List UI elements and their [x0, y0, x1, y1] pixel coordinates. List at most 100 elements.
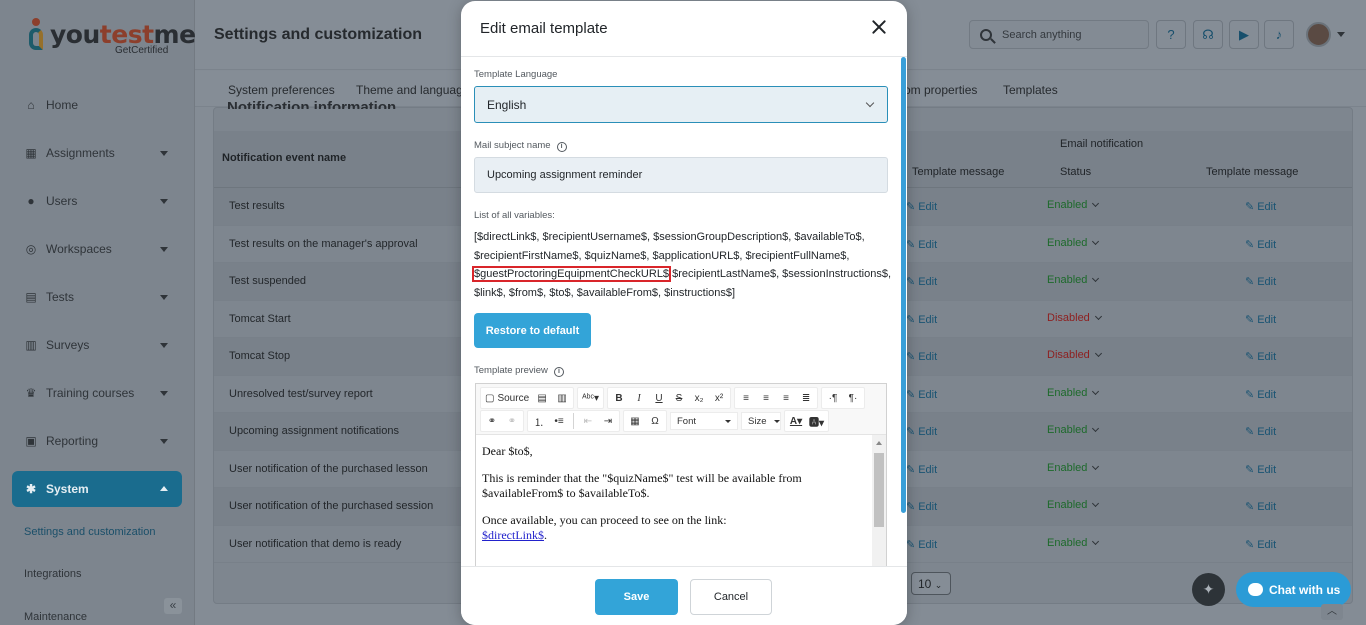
sidebar-item-system[interactable]: ✱ System: [12, 471, 182, 507]
edit-email-template-link[interactable]: ✎ Edit: [1245, 350, 1276, 363]
sidebar-item-workspaces[interactable]: ◎ Workspaces: [12, 231, 182, 267]
special-char-icon[interactable]: Ω: [646, 411, 664, 431]
align-center-icon[interactable]: ≡: [757, 388, 775, 408]
link-icon[interactable]: ⚭: [483, 411, 501, 431]
ltr-icon[interactable]: ·¶: [824, 388, 842, 408]
edit-email-template-link[interactable]: ✎ Edit: [1245, 463, 1276, 476]
bold-icon[interactable]: B: [610, 388, 628, 408]
font-select[interactable]: Font: [670, 412, 738, 430]
status-dropdown[interactable]: Enabled: [1047, 462, 1100, 474]
table-icon[interactable]: ▦: [626, 411, 644, 431]
status-dropdown[interactable]: Enabled: [1047, 237, 1100, 249]
search-input[interactable]: Search anything: [969, 20, 1149, 49]
edit-email-template-link[interactable]: ✎ Edit: [1245, 388, 1276, 401]
superscript-icon[interactable]: x²: [710, 388, 728, 408]
indent-icon[interactable]: ⇥: [599, 411, 617, 431]
editor-content[interactable]: Dear $to$, This is reminder that the "$q…: [476, 434, 886, 566]
status-dropdown[interactable]: Enabled: [1047, 387, 1100, 399]
sidebar-subitem-integrations[interactable]: Integrations: [24, 568, 81, 580]
chevron-down-icon[interactable]: [1337, 32, 1345, 37]
tab-templates[interactable]: Templates: [1003, 83, 1058, 97]
background-color-icon[interactable]: 🅰▾: [807, 411, 826, 431]
collapse-sidebar-button[interactable]: «: [164, 598, 182, 614]
bulleted-list-icon[interactable]: •≡: [550, 411, 568, 431]
sidebar-subitem-settings[interactable]: Settings and customization: [24, 526, 155, 538]
direct-link[interactable]: $directLink$: [482, 528, 544, 542]
edit-email-template-link[interactable]: ✎ Edit: [1245, 500, 1276, 513]
align-justify-icon[interactable]: ≣: [797, 388, 815, 408]
status-dropdown[interactable]: Enabled: [1047, 499, 1100, 511]
status-dropdown[interactable]: Enabled: [1047, 199, 1100, 211]
rtl-icon[interactable]: ¶·: [844, 388, 862, 408]
paste-icon[interactable]: ▤: [533, 388, 551, 408]
edit-template-link[interactable]: ✎ Edit: [906, 538, 937, 551]
notifications-button[interactable]: ♪: [1264, 20, 1294, 49]
sidebar-item-surveys[interactable]: ▥ Surveys: [12, 327, 182, 363]
sidebar-item-reporting[interactable]: ▣ Reporting: [12, 423, 182, 459]
avatar[interactable]: [1306, 22, 1331, 47]
chat-button[interactable]: Chat with us: [1236, 572, 1351, 607]
text-color-icon[interactable]: A▾: [787, 411, 805, 431]
edit-template-link[interactable]: ✎ Edit: [906, 275, 937, 288]
strikethrough-icon[interactable]: S: [670, 388, 688, 408]
align-left-icon[interactable]: ≡: [737, 388, 755, 408]
edit-email-template-link[interactable]: ✎ Edit: [1245, 238, 1276, 251]
edit-template-link[interactable]: ✎ Edit: [906, 200, 937, 213]
sidebar-item-training-courses[interactable]: ♛ Training courses: [12, 375, 182, 411]
cancel-button[interactable]: Cancel: [690, 579, 772, 615]
restore-default-button[interactable]: Restore to default: [474, 313, 591, 348]
status-dropdown[interactable]: Disabled: [1047, 349, 1102, 361]
home-icon: ⌂: [27, 98, 35, 112]
edit-email-template-modal: Edit email template Template Language En…: [461, 1, 907, 625]
edit-email-template-link[interactable]: ✎ Edit: [1245, 538, 1276, 551]
sidebar-item-assignments[interactable]: ▦ Assignments: [12, 135, 182, 171]
edit-template-link[interactable]: ✎ Edit: [906, 425, 937, 438]
align-right-icon[interactable]: ≡: [777, 388, 795, 408]
edit-template-link[interactable]: ✎ Edit: [906, 313, 937, 326]
help-button[interactable]: ?: [1156, 20, 1186, 49]
status-dropdown[interactable]: Disabled: [1047, 312, 1102, 324]
numbered-list-icon[interactable]: ⒈: [530, 411, 548, 431]
sidebar-item-tests[interactable]: ▤ Tests: [12, 279, 182, 315]
template-language-select[interactable]: English: [474, 86, 888, 123]
sidebar-subitem-maintenance[interactable]: Maintenance: [24, 611, 87, 623]
subscript-icon[interactable]: x₂: [690, 388, 708, 408]
outdent-icon[interactable]: ⇤: [579, 411, 597, 431]
edit-template-link[interactable]: ✎ Edit: [906, 500, 937, 513]
edit-email-template-link[interactable]: ✎ Edit: [1245, 275, 1276, 288]
save-button[interactable]: Save: [595, 579, 678, 615]
mail-subject-field[interactable]: Upcoming assignment reminder: [474, 157, 888, 193]
paste-text-icon[interactable]: ▥: [553, 388, 571, 408]
status-dropdown[interactable]: Enabled: [1047, 274, 1100, 286]
scroll-top-button[interactable]: ︿: [1321, 604, 1343, 620]
italic-icon[interactable]: I: [630, 388, 648, 408]
support-button[interactable]: ☊: [1193, 20, 1223, 49]
edit-email-template-link[interactable]: ✎ Edit: [1245, 425, 1276, 438]
source-button[interactable]: ▢ Source: [483, 388, 531, 408]
edit-template-link[interactable]: ✎ Edit: [906, 388, 937, 401]
tab-theme-and-language[interactable]: Theme and language: [356, 83, 469, 97]
chevron-down-icon: ⌄: [934, 580, 943, 590]
tab-system-preferences[interactable]: System preferences: [228, 83, 335, 97]
lightbulb-button[interactable]: ✦: [1192, 573, 1225, 606]
status-dropdown[interactable]: Enabled: [1047, 424, 1100, 436]
unlink-icon[interactable]: ⚭: [503, 411, 521, 431]
edit-template-link[interactable]: ✎ Edit: [906, 238, 937, 251]
size-select[interactable]: Size: [741, 412, 781, 430]
editor-scrollbar[interactable]: [872, 435, 886, 566]
sidebar-item-home[interactable]: ⌂ Home: [12, 87, 182, 123]
close-icon[interactable]: [869, 17, 889, 37]
edit-email-template-link[interactable]: ✎ Edit: [1245, 200, 1276, 213]
spellcheck-icon[interactable]: ᴬᵇᶜ▾: [580, 388, 601, 408]
brand-logo[interactable]: youtestme: [26, 18, 196, 52]
modal-scrollbar[interactable]: [901, 57, 906, 513]
underline-icon[interactable]: U: [650, 388, 668, 408]
edit-template-link[interactable]: ✎ Edit: [906, 350, 937, 363]
edit-email-template-link[interactable]: ✎ Edit: [1245, 313, 1276, 326]
play-button[interactable]: ▶: [1229, 20, 1259, 49]
status-dropdown[interactable]: Enabled: [1047, 537, 1100, 549]
sidebar-item-users[interactable]: ● Users: [12, 183, 182, 219]
page-size-select[interactable]: 10 ⌄: [911, 572, 951, 595]
edit-template-link[interactable]: ✎ Edit: [906, 463, 937, 476]
tab-custom-properties[interactable]: om properties: [904, 83, 977, 97]
